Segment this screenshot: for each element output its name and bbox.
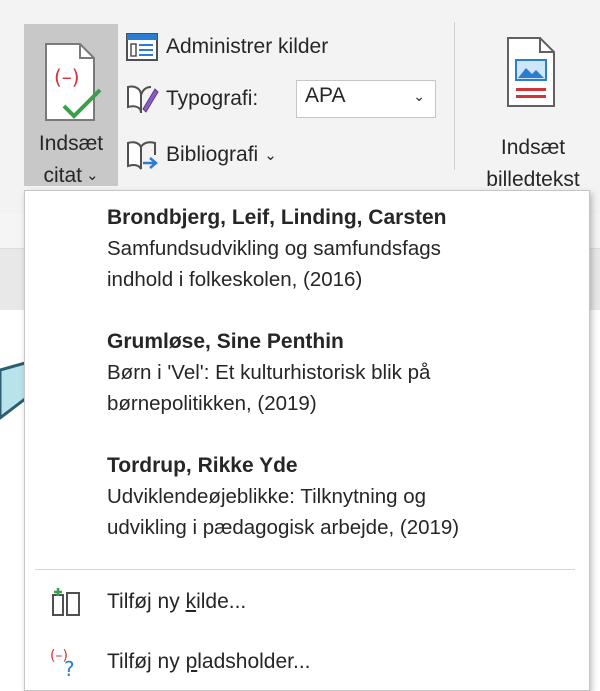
menu-separator xyxy=(35,569,575,570)
source-title: udvikling i pædagogisk arbejde, (2019) xyxy=(107,516,460,539)
source-item[interactable]: Brondbjerg, Leif, Linding, Carsten Samfu… xyxy=(107,203,577,295)
source-authors: Brondbjerg, Leif, Linding, Carsten xyxy=(107,206,447,229)
source-title: indhold i folkeskolen, (2016) xyxy=(107,268,363,291)
source-authors: Grumløse, Sine Penthin xyxy=(107,330,344,353)
source-item[interactable]: Tordrup, Rikke Yde Udviklendeøjeblikke: … xyxy=(107,451,577,543)
add-new-source-item[interactable]: Tilføj ny kilde... xyxy=(25,577,589,627)
source-authors: Tordrup, Rikke Yde xyxy=(107,454,298,477)
source-title: Samfundsudvikling og samfundsfags xyxy=(107,237,441,260)
source-title: Børn i 'Vel': Et kulturhistorisk blik på xyxy=(107,361,431,384)
citation-dropdown: Brondbjerg, Leif, Linding, Carsten Samfu… xyxy=(24,190,590,691)
svg-text:?: ? xyxy=(64,657,75,678)
source-title: børnepolitikken, (2019) xyxy=(107,392,317,415)
source-item[interactable]: Grumløse, Sine Penthin Børn i 'Vel': Et … xyxy=(107,327,577,419)
add-source-icon xyxy=(25,587,107,617)
add-source-label: Tilføj ny kilde... xyxy=(107,590,247,613)
add-new-placeholder-item[interactable]: (–) ? Tilføj ny pladsholder... xyxy=(25,637,589,687)
placeholder-icon: (–) ? xyxy=(25,646,107,678)
source-title: Udviklendeøjeblikke: Tilknytning og xyxy=(107,485,427,508)
add-placeholder-label: Tilføj ny pladsholder... xyxy=(107,650,311,673)
